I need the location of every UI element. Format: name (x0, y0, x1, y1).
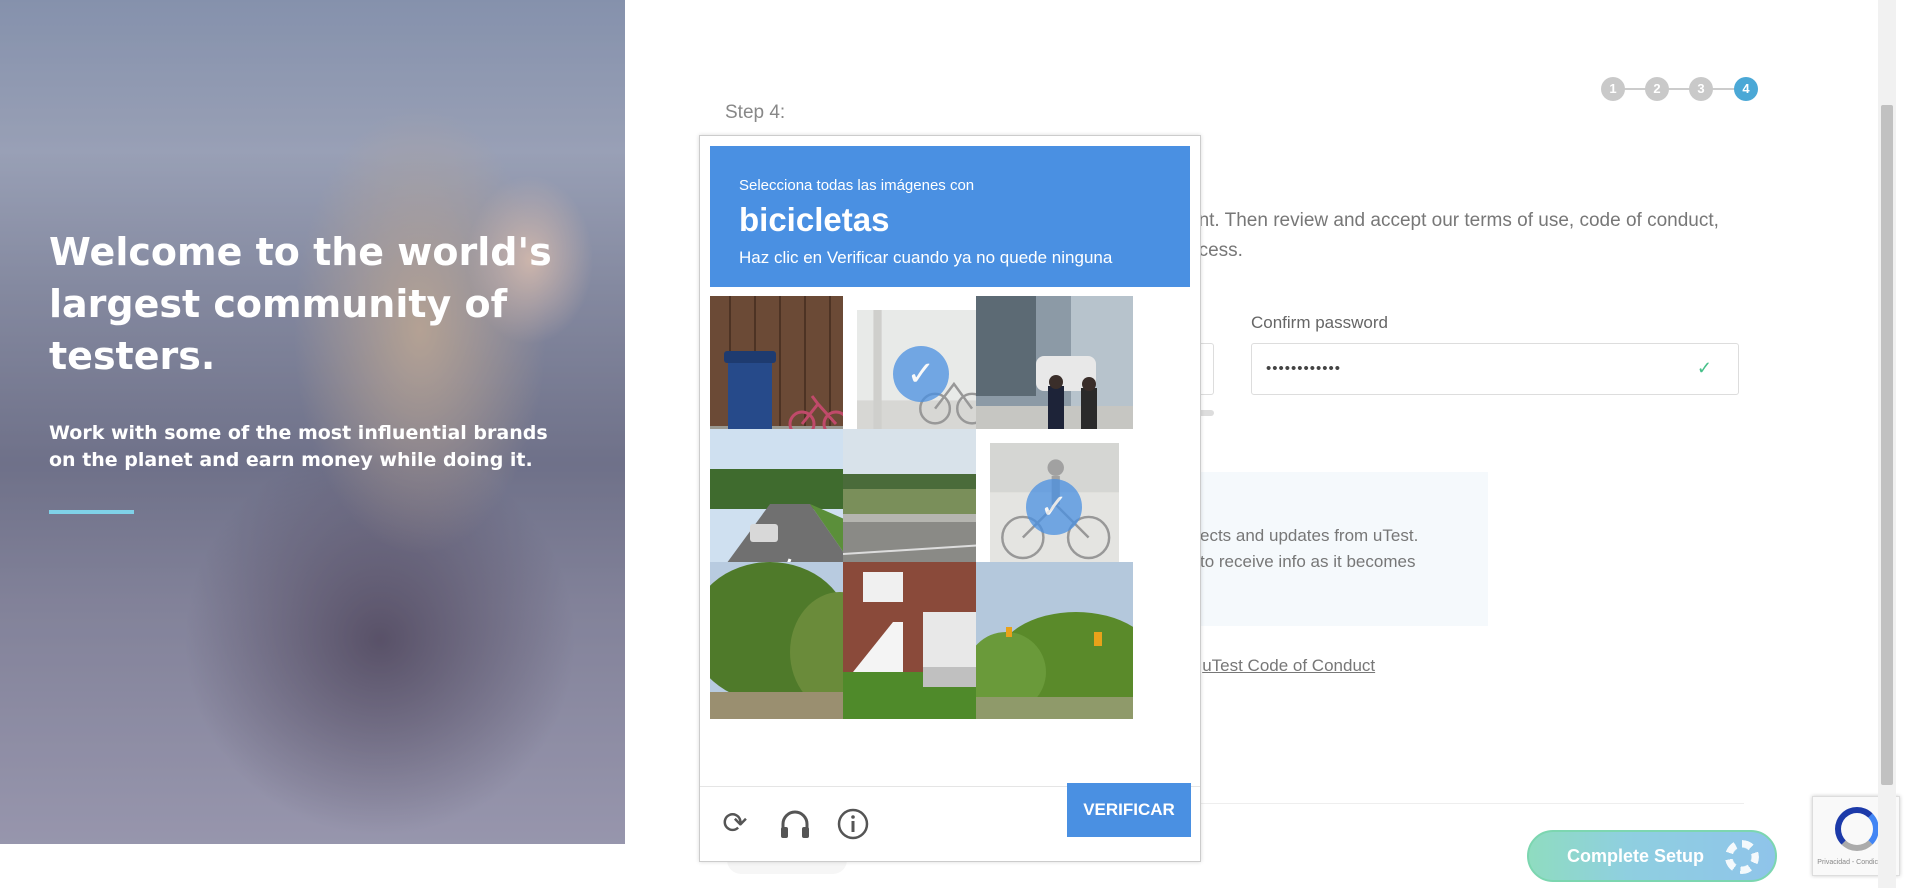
step-progress: 1 2 3 4 (1601, 77, 1759, 101)
recaptcha-logo-icon (1835, 807, 1879, 851)
footer-divider (1188, 803, 1744, 804)
loading-spinner-icon (1725, 840, 1759, 874)
info-glyph (837, 808, 869, 840)
captcha-challenge: Selecciona todas las imágenes con bicicl… (699, 135, 1201, 862)
captcha-header: Selecciona todas las imágenes con bicicl… (710, 146, 1190, 287)
captcha-object: bicicletas (739, 201, 890, 238)
hero-title: Welcome to the world's largest community… (49, 230, 552, 378)
newsletter-text-2: to receive info as it becomes (1200, 552, 1416, 571)
tile-image (976, 562, 1133, 719)
verify-button[interactable]: VERIFICAR (1067, 783, 1191, 837)
headphones-glyph (781, 810, 809, 838)
step-4: 4 (1734, 77, 1758, 101)
confirm-password-value: •••••••••••• (1266, 360, 1342, 377)
captcha-tile-9[interactable] (976, 562, 1133, 719)
headphones-icon[interactable] (778, 807, 812, 841)
step-label: Step 4: (725, 102, 786, 123)
captcha-instruction: Haz clic en Verificar cuando ya no quede… (739, 248, 1113, 267)
hero-divider (49, 510, 134, 514)
code-of-conduct-link[interactable]: uTest Code of Conduct (1202, 656, 1375, 675)
hero-panel: Welcome to the world's largest community… (0, 0, 625, 844)
newsletter-text-1: ects and updates from uTest. (1200, 526, 1419, 545)
selected-check-icon: ✓ (1026, 479, 1082, 535)
step-3: 3 (1689, 77, 1713, 101)
check-icon: ✓ (1696, 358, 1712, 378)
step-line (1613, 88, 1747, 90)
confirm-password-field[interactable]: •••••••••••• ✓ (1251, 343, 1739, 395)
step-1: 1 (1601, 77, 1625, 101)
info-icon[interactable] (836, 807, 870, 841)
complete-setup-label: Complete Setup (1567, 846, 1705, 866)
confirm-password-label: Confirm password (1251, 313, 1388, 332)
reload-icon[interactable]: ⟳ (718, 807, 752, 841)
step-2: 2 (1645, 77, 1669, 101)
complete-setup-button[interactable]: Complete Setup (1527, 830, 1777, 882)
code-of-conduct-row: e uTest Code of Conduct (1188, 656, 1375, 676)
newsletter-box (1188, 472, 1488, 626)
selected-check-icon: ✓ (893, 346, 949, 402)
description-line-1: unt. Then review and accept our terms of… (1188, 210, 1719, 231)
scrollbar-thumb[interactable] (1881, 105, 1893, 785)
captcha-prompt: Selecciona todas las imágenes con (739, 177, 975, 194)
hero-subtitle: Work with some of the most influential b… (49, 422, 548, 471)
